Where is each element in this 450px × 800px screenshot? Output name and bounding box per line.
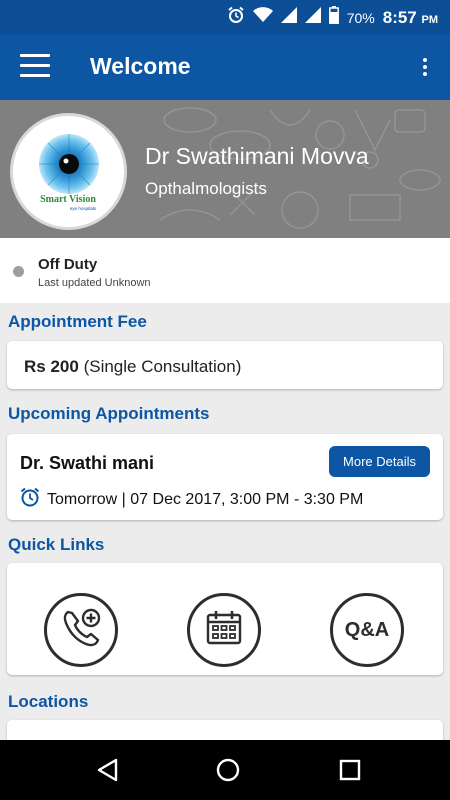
duty-last-updated: Last updated Unknown <box>38 277 151 289</box>
clock-ampm: PM <box>421 13 439 26</box>
fee-card: Rs 200 (Single Consultation) <box>7 341 443 389</box>
quick-links-title: Quick Links <box>8 535 105 554</box>
back-icon[interactable] <box>94 756 122 784</box>
clinic-logo: Smart Vision eye hospitals <box>10 113 127 230</box>
alarm-icon <box>227 6 245 29</box>
page-title: Welcome <box>90 53 191 79</box>
appointment-fee-title: Appointment Fee <box>8 312 147 331</box>
profile-banner: Smart Vision eye hospitals Dr Swathimani… <box>0 100 450 238</box>
recents-icon[interactable] <box>336 756 364 784</box>
fee-text: Rs 200 (Single Consultation) <box>24 357 241 377</box>
appointment-time: Tomorrow | 07 Dec 2017, 3:00 PM - 3:30 P… <box>47 490 364 508</box>
upcoming-appointments-title: Upcoming Appointments <box>8 404 210 423</box>
doctor-name: Dr Swathimani Movva <box>145 143 369 169</box>
calendar-icon <box>203 607 245 654</box>
fee-amount: Rs 200 <box>24 357 79 376</box>
more-vert-icon[interactable] <box>422 58 428 78</box>
qa-icon: Q&A <box>344 618 390 641</box>
duty-status-panel: Off Duty Last updated Unknown <box>0 238 450 303</box>
quick-link-call[interactable] <box>44 593 118 667</box>
locations-title: Locations <box>8 692 89 711</box>
navigation-bar <box>0 740 450 800</box>
logo-text: Smart Vision <box>40 194 96 205</box>
phone-plus-icon <box>59 606 103 655</box>
fee-description: (Single Consultation) <box>83 357 242 376</box>
alarm-clock-icon <box>19 486 41 513</box>
duty-status-dot <box>13 266 24 277</box>
logo-subtext: eye hospitals <box>70 206 97 211</box>
battery-percent: 70% <box>346 9 375 26</box>
signal-icon <box>304 7 321 28</box>
more-details-button[interactable]: More Details <box>329 446 430 477</box>
clock: 8:57 PM <box>383 8 438 28</box>
appointment-card: Dr. Swathi mani More Details Tomorrow | … <box>7 434 443 520</box>
status-bar: 70% 8:57 PM <box>0 0 450 34</box>
quick-links-card: Q&A <box>7 563 443 675</box>
appointment-doctor-name: Dr. Swathi mani <box>20 453 155 473</box>
signal-icon <box>280 7 297 28</box>
appointment-time-row: Tomorrow | 07 Dec 2017, 3:00 PM - 3:30 P… <box>19 486 363 513</box>
wifi-icon <box>252 7 273 28</box>
doctor-specialty: Opthalmologists <box>145 179 267 198</box>
clock-time: 8:57 <box>382 7 417 27</box>
home-icon[interactable] <box>214 756 242 784</box>
hamburger-menu-icon[interactable] <box>20 54 50 78</box>
quick-link-qa[interactable]: Q&A <box>330 593 404 667</box>
quick-link-calendar[interactable] <box>187 593 261 667</box>
duty-status-label: Off Duty <box>38 256 98 273</box>
battery-icon <box>328 6 339 29</box>
app-bar: Welcome <box>0 34 450 100</box>
